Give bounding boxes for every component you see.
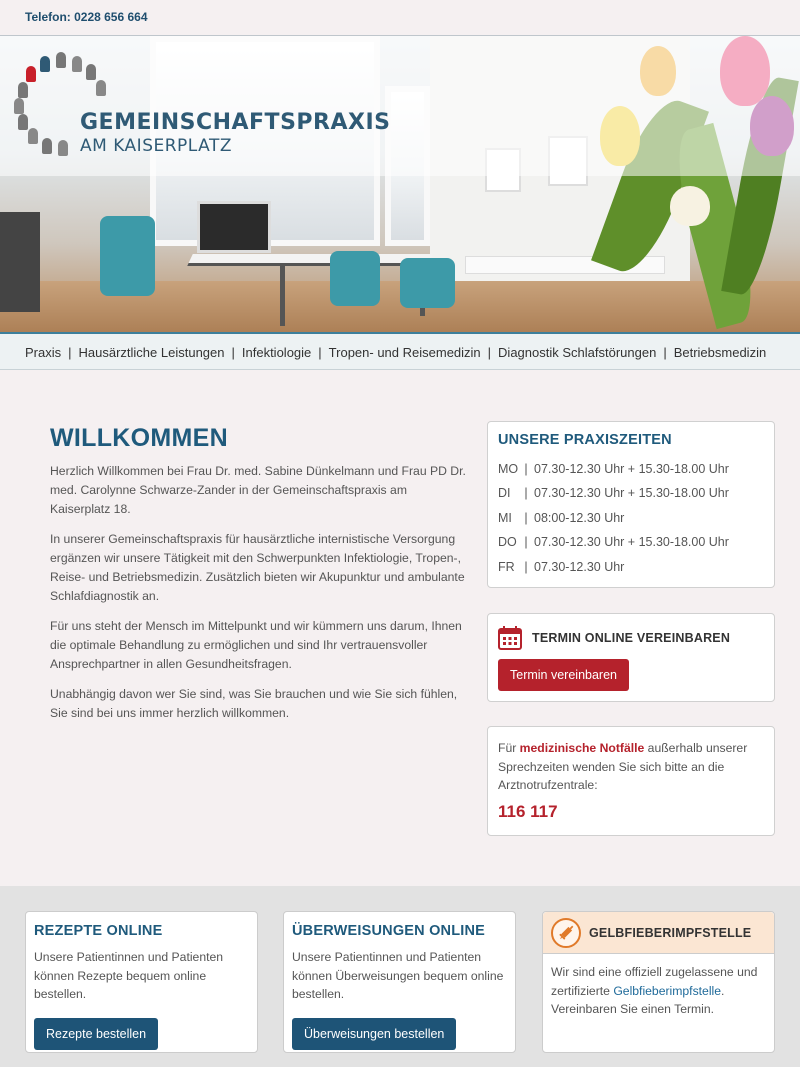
referrals-title: ÜBERWEISUNGEN ONLINE [292, 923, 486, 939]
order-referrals-button[interactable]: Überweisungen bestellen [292, 1017, 457, 1050]
hours-separator: | [524, 559, 528, 574]
referrals-card: ÜBERWEISUNGEN ONLINE Unsere Patientinnen… [283, 911, 516, 1053]
intro-paragraph: In unserer Gemeinschaftspraxis für hausä… [50, 532, 465, 603]
syringe-icon [551, 917, 581, 948]
hero-image: GEMEINSCHAFTSPRAXIS AM KAISERPLATZ [0, 36, 800, 332]
nav-item-praxis[interactable]: Praxis [25, 345, 61, 360]
hero-shelf [0, 212, 40, 312]
nav-separator: | [663, 344, 667, 360]
book-appointment-button[interactable]: Termin vereinbaren [498, 659, 629, 691]
logo-subtitle: AM KAISERPLATZ [80, 136, 232, 156]
nav-separator: | [318, 344, 322, 360]
hours-row: DO | 07.30-12.30 Uhr + 15.30-18.00 Uhr [498, 530, 764, 554]
intro-paragraph: Für uns steht der Mensch im Mittelpunkt … [50, 619, 462, 671]
prescriptions-card: REZEPTE ONLINE Unsere Patientinnen und P… [25, 911, 258, 1053]
hours-time: 07.30-12.30 Uhr + 15.30-18.00 Uhr [534, 462, 729, 476]
hours-row: FR | 07.30-12.30 Uhr [498, 555, 764, 579]
nav-separator: | [487, 344, 492, 360]
hours-day: FR [498, 559, 515, 574]
hours-day: DO [498, 535, 517, 550]
appointment-card: TERMIN ONLINE VEREINBAREN Termin vereinb… [487, 613, 775, 702]
nav-item-tropen-reisemedizin[interactable]: Tropen- und Reisemedizin [329, 345, 481, 360]
intro-paragraph: Herzlich Willkommen bei Frau Dr. med. Sa… [50, 464, 466, 516]
nav-item-diagnostik-schlafstoerungen[interactable]: Diagnostik Schlafstörungen [498, 345, 656, 360]
emergency-highlight: medizinische Notfälle [519, 741, 645, 755]
calendar-icon [498, 626, 522, 650]
hero-chair [330, 251, 380, 306]
emergency-card: Für medizinische Notfälle außerhalb unse… [487, 726, 775, 836]
hero-chair [400, 258, 455, 308]
intro-text: Herzlich Willkommen bei Frau Dr. med. Sa… [50, 462, 470, 734]
intro-paragraph: Unabhängig davon wer Sie sind, was Sie b… [50, 687, 458, 720]
nav-item-infektiologie[interactable]: Infektiologie [242, 345, 311, 360]
practice-logo[interactable]: GEMEINSCHAFTSPRAXIS AM KAISERPLATZ [14, 52, 390, 162]
nav-item-betriebsmedizin[interactable]: Betriebsmedizin [674, 345, 767, 360]
hours-time: 07.30-12.30 Uhr + 15.30-18.00 Uhr [534, 486, 729, 501]
hours-row: MO | 07.30-12.30 Uhr + 15.30-18.00 Uhr [498, 457, 764, 481]
main-nav: Praxis | Hausärztliche Leistungen | Infe… [0, 332, 800, 370]
hours-day: MI [498, 510, 512, 525]
yellow-fever-title: GELBFIEBERIMPFSTELLE [589, 925, 752, 940]
yellow-fever-card: GELBFIEBERIMPFSTELLE Wir sind eine offiz… [542, 911, 775, 1053]
nav-separator: | [68, 344, 72, 360]
appointment-title: TERMIN ONLINE VEREINBAREN [532, 631, 731, 645]
emergency-text-before: Für [498, 741, 520, 755]
hours-time: 08:00-12.30 Uhr [534, 510, 625, 525]
prescriptions-text: Unsere Patientinnen und Patienten können… [34, 950, 224, 1001]
nav-item-hausaerztliche-leistungen[interactable]: Hausärztliche Leistungen [79, 345, 225, 360]
header-phone[interactable]: Telefon: 0228 656 664 [25, 10, 148, 24]
hours-day: MO [498, 462, 519, 476]
emergency-text: Für medizinische Notfälle außerhalb unse… [498, 739, 764, 795]
referrals-text: Unsere Patientinnen und Patienten können… [292, 950, 504, 1001]
hours-separator: | [524, 486, 528, 501]
top-bar: Telefon: 0228 656 664 [0, 0, 800, 36]
hero-monitor [197, 201, 271, 253]
prescriptions-title: REZEPTE ONLINE [34, 923, 163, 939]
hours-time: 07.30-12.30 Uhr + 15.30-18.00 Uhr [534, 535, 729, 550]
yellow-fever-header: GELBFIEBERIMPFSTELLE [543, 912, 774, 954]
hours-row: DI | 07.30-12.30 Uhr + 15.30-18.00 Uhr [498, 481, 764, 505]
opening-hours-title: UNSERE PRAXISZEITEN [498, 432, 672, 448]
page-title: WILLKOMMEN [50, 424, 228, 452]
nav-separator: | [231, 344, 235, 360]
hours-day: DI [498, 486, 511, 501]
hours-separator: | [524, 510, 528, 525]
hours-separator: | [524, 535, 528, 550]
opening-hours-card: UNSERE PRAXISZEITEN MO | 07.30-12.30 Uhr… [487, 421, 775, 588]
hero-chair [100, 216, 155, 296]
hero-desk-leg [280, 266, 285, 326]
yellow-fever-link[interactable]: Gelbfieberimpfstelle [613, 984, 721, 998]
hours-separator: | [524, 462, 528, 476]
yellow-fever-text: Wir sind eine offiziell zugelassene und … [543, 954, 774, 1028]
emergency-phone[interactable]: 116 117 [498, 802, 764, 822]
logo-title: GEMEINSCHAFTSPRAXIS [80, 110, 391, 135]
services-section: REZEPTE ONLINE Unsere Patientinnen und P… [0, 886, 800, 1067]
hours-time: 07.30-12.30 Uhr [534, 559, 625, 574]
order-prescriptions-button[interactable]: Rezepte bestellen [34, 1017, 159, 1050]
hero-desk [187, 254, 433, 266]
hours-row: MI | 08:00-12.30 Uhr [498, 506, 764, 530]
